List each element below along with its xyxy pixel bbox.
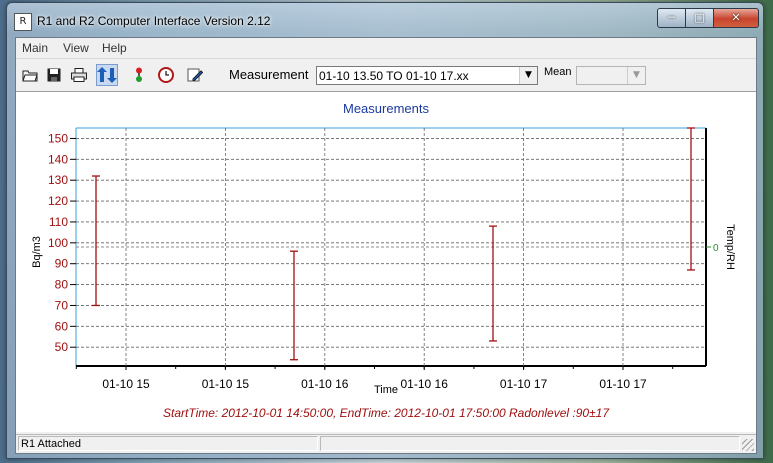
y-tick-label: 70: [55, 298, 69, 312]
menu-view[interactable]: View: [63, 41, 89, 55]
y-tick-label: 50: [55, 340, 69, 354]
x-tick-label: 01-10 17: [500, 377, 548, 391]
save-button[interactable]: [43, 64, 65, 86]
close-button[interactable]: ✕: [714, 8, 759, 28]
clock-icon: [158, 67, 174, 83]
y-tick-label: 130: [48, 173, 68, 187]
client-area: Main View Help Measurement 01-10 13.50 T…: [15, 37, 757, 454]
y-axis-title: Bq/m3: [31, 236, 43, 268]
x-tick-label: 01-10 15: [102, 377, 150, 391]
y-tick-label: 90: [55, 257, 69, 271]
edit-button[interactable]: [184, 64, 206, 86]
y-tick-label: 60: [55, 319, 69, 333]
timer-button[interactable]: [155, 64, 177, 86]
status-bar: R1 Attached: [16, 434, 756, 453]
window-title: R1 and R2 Computer Interface Version 2.1…: [37, 14, 271, 28]
maximize-icon: □: [694, 11, 705, 24]
save-icon: [47, 68, 61, 82]
mean-label: Mean: [544, 66, 572, 78]
y2-axis-title: Temp/RH: [724, 224, 736, 270]
chevron-down-icon[interactable]: ▼: [519, 67, 537, 84]
menu-main[interactable]: Main: [22, 41, 48, 55]
caption-buttons: ─ □ ✕: [657, 8, 759, 28]
measurements-chart: 50 60 70 80 90 100 110 120 130 140 150 01-10 15 01-1…: [31, 101, 736, 420]
x-tick-label: 01-10 16: [401, 377, 449, 391]
minimize-button[interactable]: ─: [657, 8, 686, 28]
chevron-down-icon[interactable]: ▼: [627, 67, 645, 84]
minimize-icon: ─: [668, 11, 675, 24]
transfer-icon: [97, 67, 117, 83]
status-light-button[interactable]: [128, 64, 150, 86]
close-icon: ✕: [731, 11, 741, 24]
open-button[interactable]: [19, 64, 41, 86]
y-tick-label: 100: [48, 236, 68, 250]
edit-icon: [187, 68, 203, 82]
x-axis-title: Time: [374, 384, 398, 396]
menu-bar: Main View Help: [16, 38, 756, 59]
app-window: R R1 and R2 Computer Interface Version 2…: [6, 2, 764, 459]
chart-footer: StartTime: 2012-10-01 14:50:00, EndTime:…: [163, 406, 610, 420]
y-tick-label: 80: [55, 278, 69, 292]
open-folder-icon: [22, 70, 38, 82]
chart-panel: 50 60 70 80 90 100 110 120 130 140 150 01-10 15 01-1…: [16, 92, 756, 432]
toolbar: Measurement 01-10 13.50 TO 01-10 17.xx ▼…: [16, 59, 756, 92]
mean-select[interactable]: ▼: [576, 66, 646, 85]
x-tick-label: 01-10 17: [599, 377, 647, 391]
maximize-button[interactable]: □: [686, 8, 714, 28]
measurement-value: 01-10 13.50 TO 01-10 17.xx: [319, 69, 469, 83]
status-text: R1 Attached: [18, 436, 318, 451]
app-icon: R: [14, 13, 32, 31]
title-bar[interactable]: R R1 and R2 Computer Interface Version 2…: [7, 3, 763, 37]
x-tick-label: 01-10 16: [301, 377, 349, 391]
measurement-select[interactable]: 01-10 13.50 TO 01-10 17.xx ▼: [316, 66, 538, 85]
resize-grip[interactable]: [742, 439, 754, 451]
traffic-light-icon: [136, 67, 142, 82]
y-tick-label: 140: [48, 152, 68, 166]
x-tick-label: 01-10 15: [202, 377, 250, 391]
menu-help[interactable]: Help: [102, 41, 127, 55]
print-icon: [71, 68, 87, 82]
status-pane-2: [320, 436, 740, 451]
transfer-button[interactable]: [96, 64, 118, 86]
chart-title: Measurements: [343, 101, 429, 116]
print-button[interactable]: [68, 64, 90, 86]
y2-tick-label: 0: [713, 243, 719, 254]
y-tick-label: 110: [49, 215, 68, 229]
y-tick-label: 150: [48, 131, 68, 145]
y-tick-label: 120: [48, 194, 68, 208]
measurement-label: Measurement: [229, 67, 309, 82]
